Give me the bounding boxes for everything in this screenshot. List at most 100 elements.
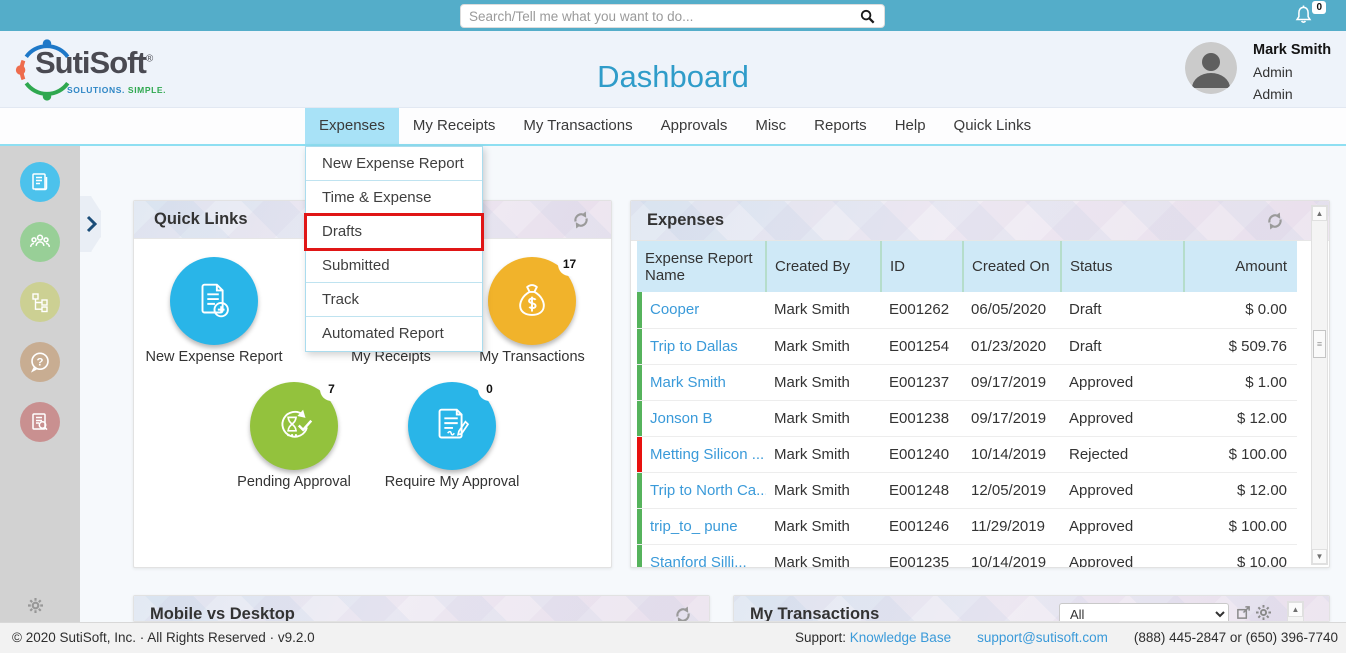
quicklink-label[interactable]: Require My Approval	[362, 474, 542, 490]
expense-id: E001240	[881, 436, 963, 472]
search-icon[interactable]	[858, 7, 876, 25]
expense-created-on: 09/17/2019	[963, 364, 1061, 400]
expense-row: trip_to_ pune Mark Smith E001246 11/29/2…	[637, 508, 1297, 544]
col-status[interactable]: Status	[1061, 241, 1184, 292]
expenses-scrollbar[interactable]: ▲ ≡ ▼	[1311, 205, 1328, 565]
page-title: Dashboard	[0, 59, 1346, 95]
nav-item[interactable]: My Receipts	[399, 108, 510, 144]
menu-item[interactable]: Track	[306, 283, 482, 317]
money-bag-icon	[509, 278, 555, 324]
user-role: Admin	[1253, 64, 1293, 80]
sutisoft-logo[interactable]: SutiSoft® SOLUTIONS. SIMPLE.	[14, 37, 194, 107]
sidebar-item-documents[interactable]	[20, 162, 60, 202]
expense-name-link[interactable]: Jonson B	[637, 400, 766, 436]
badge: 7	[320, 378, 343, 401]
sidebar-item-help[interactable]: ?	[20, 342, 60, 382]
expense-created-by: Mark Smith	[766, 472, 881, 508]
expense-row: Metting Silicon ... Mark Smith E001240 1…	[637, 436, 1297, 472]
quicklink-require-my-approval[interactable]: 0	[408, 382, 496, 470]
expense-name-link[interactable]: Trip to Dallas	[637, 328, 766, 364]
quicklink-pending-approval[interactable]: 7	[250, 382, 338, 470]
expense-amount: $ 100.00	[1184, 508, 1297, 544]
quicklink-new-expense-report[interactable]	[170, 257, 258, 345]
expense-status: Approved	[1061, 508, 1184, 544]
menu-item[interactable]: Drafts	[306, 215, 482, 249]
sidebar-item-audit[interactable]	[20, 402, 60, 442]
avatar[interactable]	[1185, 42, 1237, 94]
col-id[interactable]: ID	[881, 241, 963, 292]
sidebar-item-users[interactable]	[20, 222, 60, 262]
user-name: Mark Smith	[1253, 42, 1331, 58]
support-email-link[interactable]: support@sutisoft.com	[977, 623, 1108, 653]
sidebar: ?	[0, 146, 80, 622]
my-transactions-title: My Transactions	[750, 605, 879, 622]
quicklink-label[interactable]: Pending Approval	[204, 474, 384, 490]
nav-item[interactable]: Help	[881, 108, 940, 144]
scroll-up-arrow[interactable]: ▲	[1312, 206, 1327, 221]
transactions-scrollbar[interactable]: ▲	[1287, 601, 1304, 622]
expenses-menu: New Expense ReportTime & ExpenseDraftsSu…	[305, 146, 483, 352]
knowledge-base-link[interactable]: Knowledge Base	[850, 630, 951, 645]
expense-row: Cooper Mark Smith E001262 06/05/2020 Dra…	[637, 292, 1297, 328]
nav-item[interactable]: Approvals	[647, 108, 742, 144]
my-transactions-panel: My Transactions All ▲	[733, 595, 1330, 622]
expense-status: Approved	[1061, 364, 1184, 400]
settings-icon[interactable]	[1256, 605, 1272, 621]
chevron-right-icon	[85, 215, 97, 233]
mobile-vs-desktop-panel: Mobile vs Desktop	[133, 595, 710, 622]
expense-created-by: Mark Smith	[766, 544, 881, 567]
scroll-up-arrow[interactable]: ▲	[1288, 602, 1303, 617]
expense-name-link[interactable]: Mark Smith	[637, 364, 766, 400]
export-icon[interactable]	[1236, 605, 1252, 621]
quicklink-my-transactions[interactable]: 17	[488, 257, 576, 345]
menu-item[interactable]: New Expense Report	[306, 147, 482, 181]
menu-item[interactable]: Automated Report	[306, 317, 482, 351]
notifications-button[interactable]: 0	[1292, 3, 1318, 29]
expense-id: E001238	[881, 400, 963, 436]
expense-name-link[interactable]: Metting Silicon ...	[637, 436, 766, 472]
expense-name-link[interactable]: Trip to North Ca...	[637, 472, 766, 508]
menu-item[interactable]: Time & Expense	[306, 181, 482, 215]
menu-item[interactable]: Submitted	[306, 249, 482, 283]
refresh-icon[interactable]	[1265, 211, 1285, 231]
nav-item[interactable]: Misc	[741, 108, 800, 144]
mobile-vs-desktop-title: Mobile vs Desktop	[150, 605, 295, 622]
col-expense-report-name[interactable]: Expense Report Name	[637, 241, 766, 292]
notification-count-badge: 0	[1312, 1, 1326, 14]
expense-name-link[interactable]: trip_to_ pune	[637, 508, 766, 544]
support-block: Support: Knowledge Base	[795, 623, 951, 653]
scroll-down-arrow[interactable]: ▼	[1312, 549, 1327, 564]
new-expense-report-icon	[191, 278, 237, 324]
expense-name-link[interactable]: Stanford Silli...	[637, 544, 766, 567]
expense-amount: $ 0.00	[1184, 292, 1297, 328]
expense-created-by: Mark Smith	[766, 292, 881, 328]
col-created-by[interactable]: Created By	[766, 241, 881, 292]
nav-item[interactable]: Quick Links	[940, 108, 1046, 144]
search-input[interactable]	[469, 9, 858, 24]
nav-item[interactable]: Reports	[800, 108, 881, 144]
hierarchy-icon	[29, 291, 51, 313]
expense-created-by: Mark Smith	[766, 508, 881, 544]
refresh-icon[interactable]	[673, 605, 693, 623]
sidebar-item-hierarchy[interactable]	[20, 282, 60, 322]
expense-row: Trip to North Ca... Mark Smith E001248 1…	[637, 472, 1297, 508]
expense-amount: $ 100.00	[1184, 436, 1297, 472]
col-amount[interactable]: Amount	[1184, 241, 1297, 292]
transactions-filter-select[interactable]: All	[1059, 603, 1229, 622]
scroll-thumb[interactable]: ≡	[1313, 330, 1326, 358]
nav-item[interactable]: Expenses	[305, 108, 399, 144]
support-phone: (888) 445-2847 or (650) 396-7740	[1134, 623, 1338, 653]
expense-id: E001262	[881, 292, 963, 328]
col-created-on[interactable]: Created On	[963, 241, 1061, 292]
expense-row: Trip to Dallas Mark Smith E001254 01/23/…	[637, 328, 1297, 364]
sidebar-settings-button[interactable]	[28, 598, 43, 613]
svg-text:?: ?	[37, 356, 44, 368]
expense-created-on: 06/05/2020	[963, 292, 1061, 328]
documents-icon	[29, 171, 51, 193]
expense-status: Approved	[1061, 400, 1184, 436]
nav-item[interactable]: My Transactions	[509, 108, 646, 144]
expense-created-by: Mark Smith	[766, 364, 881, 400]
refresh-icon[interactable]	[571, 210, 591, 230]
quicklink-label[interactable]: New Expense Report	[133, 349, 304, 365]
expense-name-link[interactable]: Cooper	[637, 292, 766, 328]
